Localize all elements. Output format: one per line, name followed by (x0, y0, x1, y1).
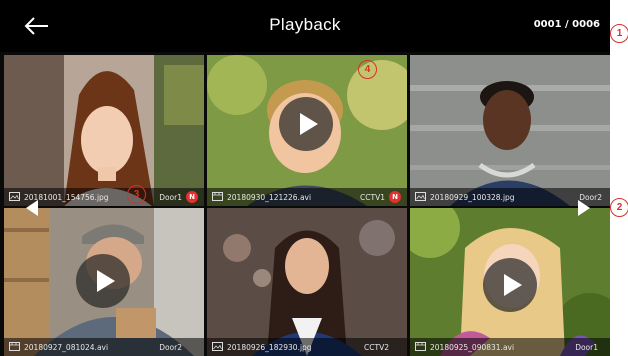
thumbnail-filename: 20180930_121226.avi (227, 193, 312, 202)
image-file-icon (9, 192, 20, 201)
thumbnail-caption: 20180926_182930.jpg CCTV2 (207, 338, 407, 356)
playback-screen: Playback 0001 / 0006 20181001_154756.jpg… (0, 0, 610, 356)
video-file-icon (415, 342, 426, 351)
video-file-icon (212, 192, 223, 201)
thumbnail-image (410, 55, 610, 206)
thumbnail-tile[interactable]: 20180927_081024.avi Door2 (4, 208, 204, 356)
play-button[interactable] (279, 97, 333, 151)
next-page-button[interactable] (576, 198, 592, 218)
thumbnail-filename: 20180927_081024.avi (24, 343, 109, 352)
thumbnail-tile[interactable]: 20180930_121226.avi CCTV1 N (207, 55, 407, 206)
thumbnail-caption: 20180927_081024.avi Door2 (4, 338, 204, 356)
video-file-icon (9, 342, 20, 351)
play-icon (504, 274, 522, 296)
thumbnail-filename: 20180925_090831.avi (430, 343, 515, 352)
thumbnail-image (207, 208, 407, 356)
page-counter: 0001 / 0006 (533, 19, 600, 30)
thumbnail-tile[interactable]: 20180925_090831.avi Door1 (410, 208, 610, 356)
callout-marker: 3 (127, 185, 146, 204)
callout-marker: 4 (358, 60, 377, 79)
previous-page-button[interactable] (24, 198, 40, 218)
chevron-left-icon (26, 200, 38, 216)
thumbnail-tile[interactable]: 20180926_182930.jpg CCTV2 (207, 208, 407, 356)
play-button[interactable] (483, 258, 537, 312)
thumbnail-camera: Door1 (575, 343, 598, 352)
top-bar: Playback 0001 / 0006 (0, 0, 610, 52)
thumbnail-camera: CCTV2 (364, 343, 389, 352)
thumbnail-caption: 20180925_090831.avi Door1 (410, 338, 610, 356)
thumbnail-tile[interactable]: 20180929_100328.jpg Door2 (410, 55, 610, 206)
callout-marker: 1 (610, 24, 628, 43)
image-file-icon (212, 342, 223, 351)
thumbnail-image (4, 55, 204, 206)
thumbnail-filename: 20180929_100328.jpg (430, 193, 515, 202)
thumbnail-camera: CCTV1 (360, 193, 385, 202)
play-icon (97, 270, 115, 292)
page-title: Playback (269, 15, 341, 34)
image-file-icon (415, 192, 426, 201)
new-badge: N (186, 191, 198, 203)
thumbnail-tile[interactable]: 20181001_154756.jpg Door1 N (4, 55, 204, 206)
chevron-right-icon (578, 200, 590, 216)
thumbnail-camera: Door2 (159, 343, 182, 352)
play-button[interactable] (76, 254, 130, 308)
thumbnail-filename: 20180926_182930.jpg (227, 343, 312, 352)
play-icon (300, 113, 318, 135)
callout-marker: 2 (610, 198, 628, 217)
thumbnail-camera: Door1 (159, 193, 182, 202)
new-badge: N (389, 191, 401, 203)
thumbnail-caption: 20180930_121226.avi CCTV1 N (207, 188, 407, 206)
